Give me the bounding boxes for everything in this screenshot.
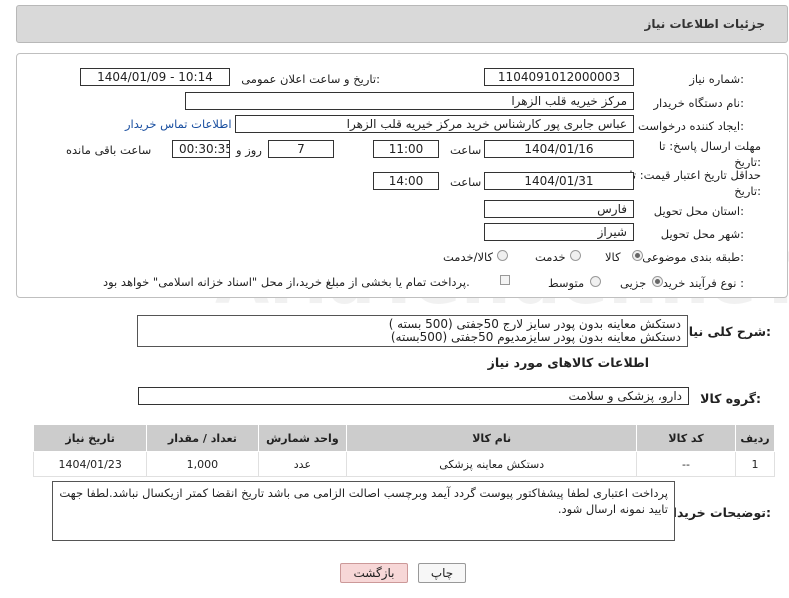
treasury-payment-note: پرداخت تمام یا بخشی از مبلغ خرید،از محل … [103, 275, 470, 289]
cell-item-code: -- [636, 451, 737, 477]
goods-group-field: دارو، پزشکی و سلامت [138, 387, 689, 405]
print-button[interactable]: چاپ [418, 563, 466, 583]
cell-row-number: 1 [735, 451, 775, 477]
category-radio-goods[interactable] [632, 250, 643, 261]
goods-group-label: گروه کالا: [700, 391, 761, 406]
category-radio-service[interactable] [570, 250, 581, 261]
col-item-name: نام کالا [346, 424, 638, 452]
buyer-org-field: مرکز خیریه قلب الزهرا [185, 92, 634, 110]
process-radio-minor[interactable] [652, 276, 663, 287]
days-field: 7 [268, 140, 334, 158]
need-number-field: 1104091012000003 [484, 68, 634, 86]
category-label: طبقه بندی موضوعی: [642, 250, 744, 264]
remaining-label: ساعت باقی مانده [66, 143, 152, 157]
buyer-contact-link[interactable]: اطلاعات تماس خریدار [125, 117, 232, 131]
category-option-service: خدمت [535, 250, 566, 264]
col-quantity: تعداد / مقدار [146, 424, 259, 452]
table-row: 1 -- دستکش معاینه پزشکی عدد 1,000 1404/0… [32, 451, 775, 477]
cell-need-date: 1404/01/23 [32, 451, 148, 477]
col-item-code: کد کالا [636, 424, 737, 452]
page-title: جزئیات اطلاعات نیاز [644, 17, 765, 31]
back-button[interactable]: بازگشت [340, 563, 408, 583]
reply-time-label: ساعت [450, 143, 482, 157]
announce-label: تاریخ و ساعت اعلان عمومی: [241, 72, 380, 86]
buyer-org-label: نام دستگاه خریدار: [653, 96, 744, 110]
process-label: نوع فرآیند خرید : [662, 276, 744, 290]
province-label: استان محل تحویل: [653, 204, 744, 218]
process-option-medium: متوسط [548, 276, 585, 290]
days-label: روز و [236, 143, 262, 157]
category-option-goods-service: کالا/خدمت [443, 250, 494, 264]
announce-field: 1404/01/09 - 10:14 [80, 68, 230, 86]
items-table: ردیف کد کالا نام کالا واحد شمارش تعداد /… [32, 424, 775, 477]
reply-deadline-label: مهلت ارسال پاسخ: تا تاریخ: [658, 139, 761, 169]
page-header: جزئیات اطلاعات نیاز [16, 5, 788, 43]
city-label: شهر محل تحویل: [660, 227, 744, 241]
process-option-minor: جزیی [620, 276, 647, 290]
reply-time-field: 11:00 [373, 140, 439, 158]
summary-textarea[interactable]: دستکش معاینه بدون پودر سایز لارج 50جفتی … [137, 315, 688, 347]
col-need-date: تاریخ نیاز [32, 424, 148, 452]
remaining-time-field: 00:30:35 [172, 140, 230, 158]
buyer-notes-label: توضیحات خریدار: [665, 505, 771, 520]
price-time-field: 14:00 [373, 172, 439, 190]
province-field: فارس [484, 200, 634, 218]
creator-field: عباس جابری پور کارشناس خرید مرکز خیریه ق… [235, 115, 634, 133]
reply-date-field: 1404/01/16 [484, 140, 634, 158]
category-radio-goods-service[interactable] [497, 250, 508, 261]
category-option-goods: کالا [605, 250, 621, 264]
process-radio-medium[interactable] [590, 276, 601, 287]
goods-info-title: اطلاعات کالاهای مورد نیاز [487, 355, 649, 370]
city-field: شیراز [484, 223, 634, 241]
col-row-number: ردیف [735, 424, 775, 452]
summary-line-2: دستکش معاینه بدون پودر سایزمدیوم 50جفتی … [390, 330, 681, 344]
col-unit: واحد شمارش [257, 424, 348, 452]
need-number-label: شماره نیاز: [689, 72, 744, 86]
price-date-field: 1404/01/31 [484, 172, 634, 190]
cell-item-name: دستکش معاینه پزشکی [346, 451, 638, 477]
creator-label: ایجاد کننده درخواست: [638, 119, 744, 133]
price-validity-label: حداقل تاریخ اعتبار قیمت: تا تاریخ: [629, 168, 761, 198]
summary-label: شرح کلی نیاز: [681, 324, 772, 339]
table-header-row: ردیف کد کالا نام کالا واحد شمارش تعداد /… [32, 424, 775, 452]
cell-unit: عدد [257, 451, 348, 477]
price-time-label: ساعت [450, 175, 482, 189]
treasury-payment-checkbox[interactable] [500, 275, 510, 285]
cell-quantity: 1,000 [146, 451, 259, 477]
buyer-notes-textarea[interactable]: پرداخت اعتباری لطفا پیشفاکتور پیوست گردد… [52, 481, 675, 541]
